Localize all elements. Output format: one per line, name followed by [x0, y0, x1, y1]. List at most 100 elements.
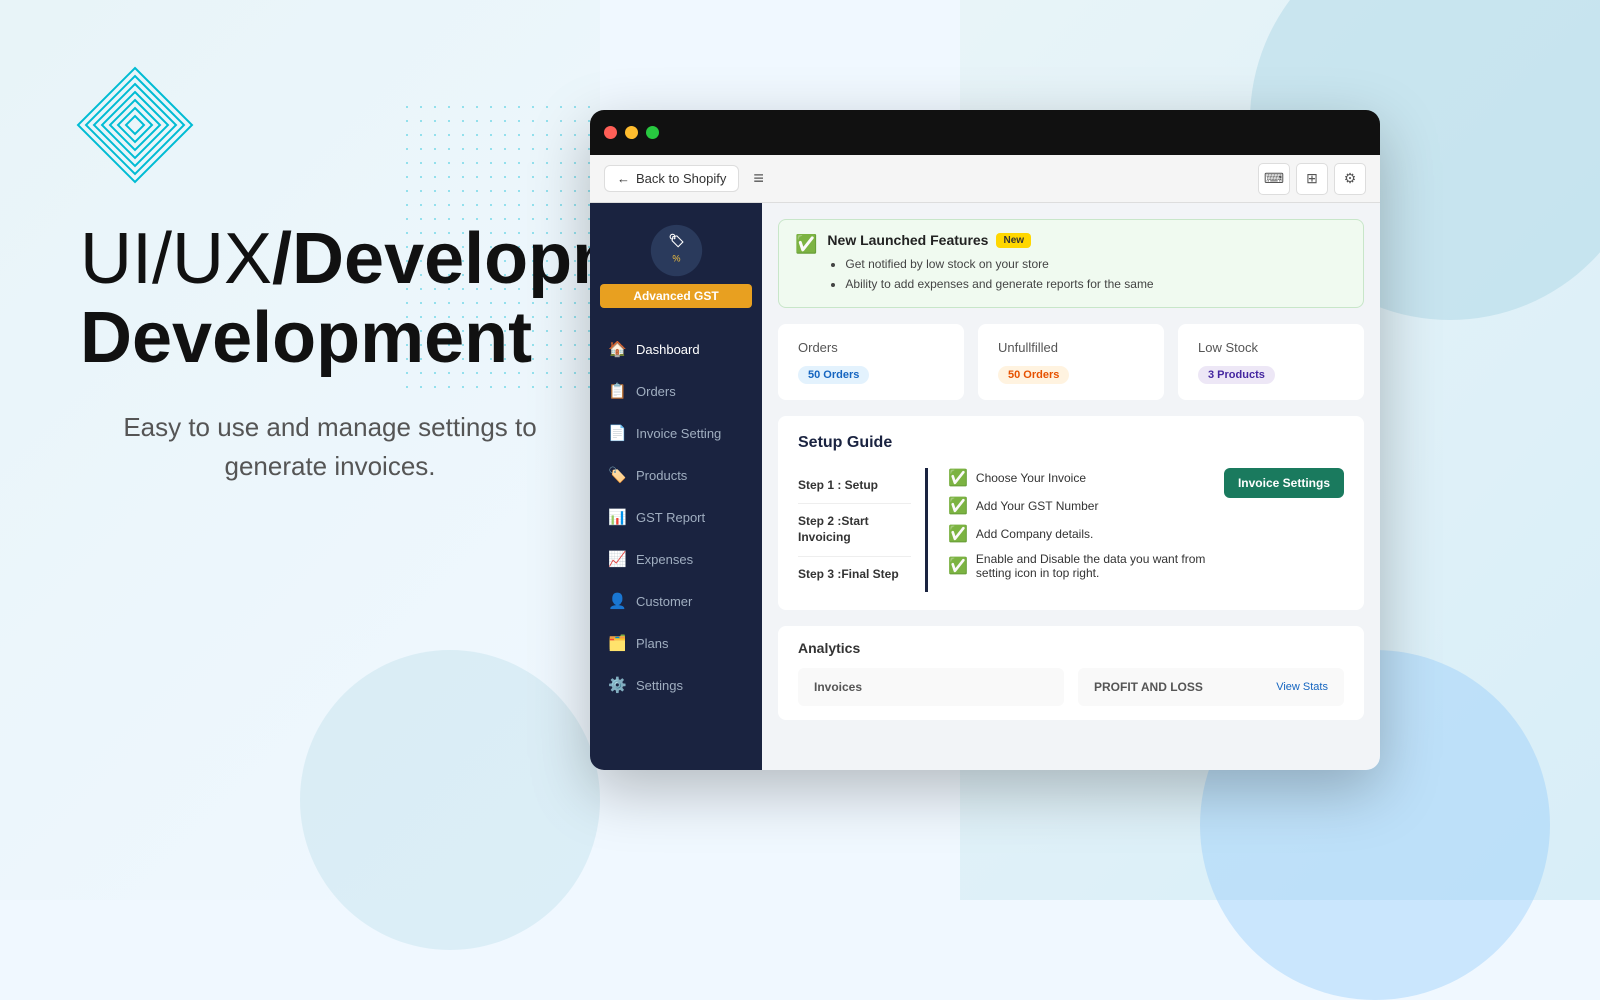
- main-content[interactable]: ✅ New Launched Features New Get notified…: [762, 203, 1380, 770]
- svg-text:%: %: [672, 254, 680, 264]
- sidebar-logo: 🏷 % Advanced GST: [590, 203, 762, 318]
- orders-icon: 📋: [608, 382, 626, 400]
- toolbar-icons: ⌨ ⊞ ⚙: [1258, 163, 1366, 195]
- app-window: ← Back to Shopify ≡ ⌨ ⊞ ⚙ 🏷 % Advanced G…: [590, 110, 1380, 770]
- sidebar-item-settings[interactable]: ⚙️ Settings: [590, 664, 762, 706]
- svg-text:🏷: 🏷: [668, 233, 684, 248]
- sidebar-item-customer[interactable]: 👤 Customer: [590, 580, 762, 622]
- gst-report-icon: 📊: [608, 508, 626, 526]
- new-badge: New: [996, 233, 1031, 248]
- stat-label: Unfullfilled: [998, 340, 1144, 355]
- checkmark-icon: ✅: [948, 496, 968, 516]
- grid-icon-button[interactable]: ⊞: [1296, 163, 1328, 195]
- sidebar-item-label: GST Report: [636, 510, 705, 525]
- feature-bullet: Get notified by low stock on your store: [845, 254, 1153, 274]
- diamond-logo: [70, 60, 200, 190]
- plans-icon: 🗂️: [608, 634, 626, 652]
- step-label-3: Step 3 :Final Step: [798, 557, 911, 593]
- step-content: ✅ Choose Your Invoice ✅ Add Your GST Number…: [928, 468, 1344, 592]
- analytics-card-title: PROFIT AND LOSS: [1094, 680, 1203, 694]
- view-stats-link[interactable]: View Stats: [1276, 681, 1328, 693]
- title-bar: [590, 110, 1380, 155]
- keyboard-icon-button[interactable]: ⌨: [1258, 163, 1290, 195]
- step-content-row: ✅ Choose Your Invoice ✅ Add Your GST Number…: [948, 468, 1344, 580]
- sidebar-item-plans[interactable]: 🗂️ Plans: [590, 622, 762, 664]
- settings-icon: ⚙️: [608, 676, 626, 694]
- invoice-settings-button[interactable]: Invoice Settings: [1224, 468, 1344, 498]
- checkmark-icon: ✅: [948, 556, 968, 576]
- step-rows: ✅ Choose Your Invoice ✅ Add Your GST Number…: [948, 468, 1344, 580]
- step-item: ✅ Add Company details.: [948, 524, 1224, 544]
- dashboard-icon: 🏠: [608, 340, 626, 358]
- maximize-dot[interactable]: [646, 126, 659, 139]
- setup-guide-title: Setup Guide: [798, 434, 1344, 452]
- stat-label: Low Stock: [1198, 340, 1344, 355]
- feature-banner: ✅ New Launched Features New Get notified…: [778, 219, 1364, 308]
- stat-card-orders: Orders50 Orders: [778, 324, 964, 400]
- step-item: ✅ Choose Your Invoice: [948, 468, 1224, 488]
- stats-row: Orders50 Orders Unfullfilled 50 Orders Low …: [778, 324, 1364, 400]
- sidebar-item-label: Dashboard: [636, 342, 700, 357]
- analytics-title: Analytics: [798, 640, 1344, 656]
- sidebar-item-label: Customer: [636, 594, 692, 609]
- blob-left-bottom: [300, 650, 600, 950]
- setup-steps: Step 1 : SetupStep 2 :Start InvoicingSte…: [798, 468, 1344, 592]
- analytics-section: Analytics Invoices PROFIT AND LOSS View St…: [778, 626, 1364, 720]
- sidebar-item-invoice-setting[interactable]: 📄 Invoice Setting: [590, 412, 762, 454]
- app-body: 🏷 % Advanced GST 🏠 Dashboard 📋 Orders 📄 Invoi…: [590, 203, 1380, 770]
- sidebar-item-label: Plans: [636, 636, 669, 651]
- step-item-text: Choose Your Invoice: [976, 471, 1086, 485]
- sidebar-item-orders[interactable]: 📋 Orders: [590, 370, 762, 412]
- sidebar-item-products[interactable]: 🏷️ Products: [590, 454, 762, 496]
- step-items: ✅ Choose Your Invoice ✅ Add Your GST Number…: [948, 468, 1224, 580]
- banner-title: New Launched Features New: [827, 232, 1153, 248]
- step-label-2: Step 2 :Start Invoicing: [798, 504, 911, 556]
- toolbar: ← Back to Shopify ≡ ⌨ ⊞ ⚙: [590, 155, 1380, 203]
- invoice-setting-icon: 📄: [608, 424, 626, 442]
- sidebar-item-expenses[interactable]: 📈 Expenses: [590, 538, 762, 580]
- hero-title: UI/UX/DevelopmentDevelopment: [80, 220, 580, 378]
- stat-badge: 3 Products: [1198, 366, 1275, 384]
- checkmark-icon: ✅: [948, 524, 968, 544]
- step-item: ✅ Add Your GST Number: [948, 496, 1224, 516]
- back-arrow-icon: ←: [617, 171, 630, 186]
- settings-icon-button[interactable]: ⚙: [1334, 163, 1366, 195]
- stat-card-low-stock: Low Stock 3 Products: [1178, 324, 1364, 400]
- sidebar-item-label: Orders: [636, 384, 676, 399]
- step-item-text: Add Your GST Number: [976, 499, 1099, 513]
- close-dot[interactable]: [604, 126, 617, 139]
- check-circle-icon: ✅: [795, 234, 817, 255]
- stat-badge: 50 Orders: [998, 366, 1069, 384]
- sidebar-item-label: Expenses: [636, 552, 693, 567]
- products-icon: 🏷️: [608, 466, 626, 484]
- feature-banner-content: New Launched Features New Get notified b…: [827, 232, 1153, 295]
- sidebar-item-gst-report[interactable]: 📊 GST Report: [590, 496, 762, 538]
- stat-card-unfullfilled: Unfullfilled 50 Orders: [978, 324, 1164, 400]
- sidebar-item-label: Settings: [636, 678, 683, 693]
- sidebar: 🏷 % Advanced GST 🏠 Dashboard 📋 Orders 📄 Invoi…: [590, 203, 762, 770]
- step-item: ✅ Enable and Disable the data you want fr…: [948, 552, 1224, 580]
- analytics-row: Invoices PROFIT AND LOSS View Stats: [798, 668, 1344, 706]
- analytics-card-title: Invoices: [814, 680, 1048, 694]
- step-item-text: Add Company details.: [976, 527, 1093, 541]
- hamburger-button[interactable]: ≡: [749, 164, 768, 193]
- feature-banner-list: Get notified by low stock on your storeA…: [827, 254, 1153, 295]
- back-to-shopify-button[interactable]: ← Back to Shopify: [604, 165, 739, 192]
- setup-guide: Setup Guide Step 1 : SetupStep 2 :Start …: [778, 416, 1364, 610]
- hero-subtitle: Easy to use and manage settings to gener…: [80, 408, 580, 486]
- expenses-icon: 📈: [608, 550, 626, 568]
- analytics-card-invoices: Invoices: [798, 668, 1064, 706]
- minimize-dot[interactable]: [625, 126, 638, 139]
- stat-label: Orders: [798, 340, 944, 355]
- sidebar-item-label: Invoice Setting: [636, 426, 721, 441]
- analytics-card-profit-and-loss: PROFIT AND LOSS View Stats: [1078, 668, 1344, 706]
- sidebar-item-label: Products: [636, 468, 687, 483]
- sidebar-item-dashboard[interactable]: 🏠 Dashboard: [590, 328, 762, 370]
- sidebar-nav: 🏠 Dashboard 📋 Orders 📄 Invoice Setting 🏷️ Produ…: [590, 318, 762, 770]
- checkmark-icon: ✅: [948, 468, 968, 488]
- sidebar-brand: Advanced GST: [600, 284, 752, 308]
- step-labels: Step 1 : SetupStep 2 :Start InvoicingSte…: [798, 468, 928, 592]
- customer-icon: 👤: [608, 592, 626, 610]
- step-item-text: Enable and Disable the data you want fro…: [976, 552, 1224, 580]
- step-label-1: Step 1 : Setup: [798, 468, 911, 505]
